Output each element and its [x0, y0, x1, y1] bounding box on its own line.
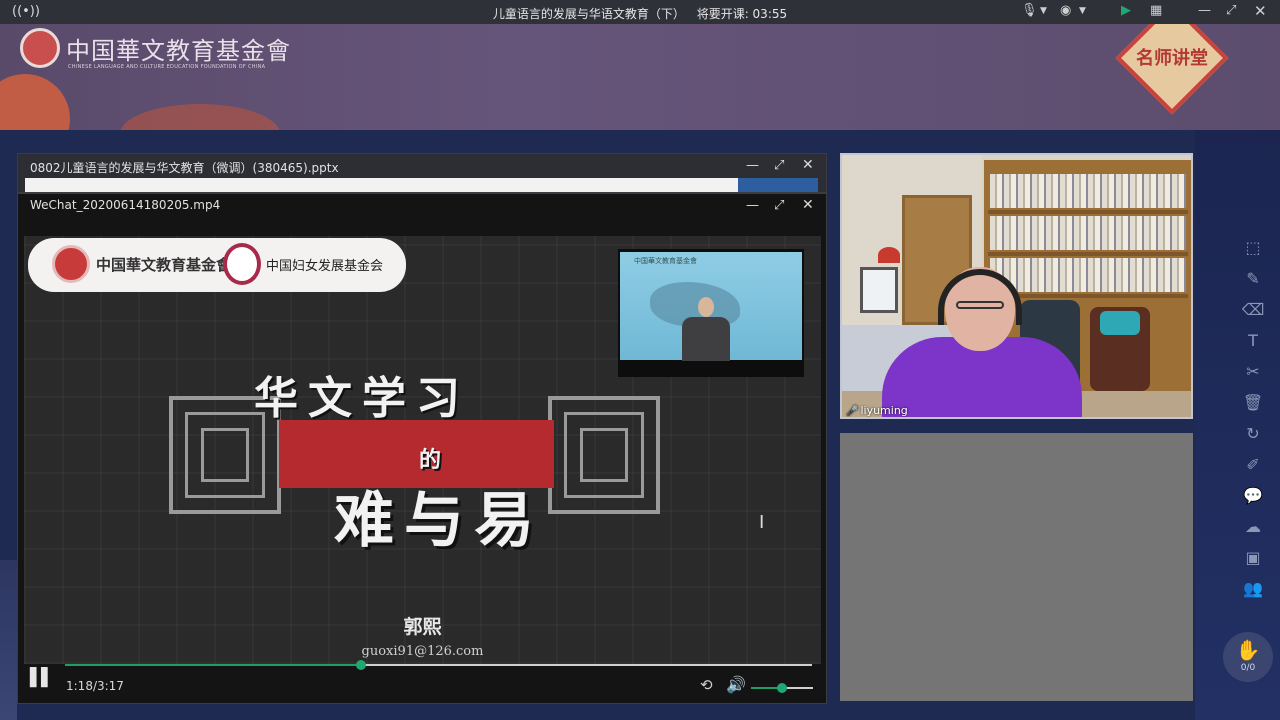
webcam-tile[interactable]: 🎤 liyuming: [840, 153, 1193, 419]
speaker-body: [682, 317, 730, 361]
camera-icon[interactable]: ◉: [1060, 3, 1071, 18]
mic-muted-icon[interactable]: 🎙: [1021, 3, 1038, 18]
playback-time: 1:18/3:17: [66, 679, 124, 693]
seek-fill: [65, 664, 361, 666]
trash-icon[interactable]: 🗑: [1240, 387, 1266, 418]
headphones-icon: [938, 269, 1022, 325]
restore-icon[interactable]: ⤢: [1226, 3, 1236, 18]
decor-circle: [0, 74, 70, 130]
pause-icon[interactable]: ▌▌: [30, 668, 54, 688]
speaker-head: [698, 297, 714, 317]
text-cursor-icon: I: [759, 512, 765, 533]
participant-glasses: [956, 301, 1004, 309]
mic-icon: 🎤: [846, 406, 859, 417]
foundation-seal-icon: [52, 245, 90, 283]
participant-name-label: 🎤 liyuming: [846, 404, 908, 417]
cam-participant: [882, 267, 1092, 417]
countdown-label: 将要开课: 03:55: [696, 7, 788, 21]
pptx-preview: [25, 178, 818, 192]
sponsor-2: 中国妇女发展基金会: [266, 259, 384, 274]
camera-dropdown-icon[interactable]: ▼: [1079, 6, 1086, 16]
banner: 中国華文教育基金會 CHINESE LANGUAGE AND CULTURE E…: [0, 24, 1280, 130]
lecture-badge: 名师讲堂: [1107, 24, 1237, 115]
speaker-inset: 中国華文教育基金會: [618, 249, 804, 377]
minimize-icon[interactable]: —: [746, 198, 759, 213]
foundation-name-en: CHINESE LANGUAGE AND CULTURE EDUCATION F…: [68, 64, 266, 70]
empty-video-tile[interactable]: [840, 433, 1193, 701]
foundation-seal-icon: [20, 28, 60, 68]
cloud-icon[interactable]: ☁: [1240, 511, 1266, 542]
video-frame[interactable]: 中国華文教育基金會 中国妇女发展基金会 中国華文教育基金會 华文学习 的 难与易…: [24, 236, 821, 664]
slide-main-title: 难与易: [334, 486, 544, 556]
course-title: 儿童语言的发展与华语文教育（下）: [492, 7, 685, 21]
maximize-icon[interactable]: ⤢: [774, 198, 784, 213]
cam-lamp: [878, 247, 900, 263]
cam-books: [990, 174, 1186, 208]
slide-title: 华文学习: [254, 373, 470, 424]
right-panel-decor: [1195, 130, 1280, 720]
slide-email: guoxi91@126.com: [361, 644, 484, 659]
cam-armchair: [1090, 307, 1150, 391]
pen-icon[interactable]: ✎: [1240, 263, 1266, 294]
foundation-name: 中国華文教育基金會: [66, 36, 291, 65]
sponsor-logos: 中国華文教育基金會 中国妇女发展基金会: [28, 238, 406, 292]
scissors-icon[interactable]: ✂: [1240, 356, 1266, 387]
window-title: 儿童语言的发展与华语文教育（下） 将要开课: 03:55: [0, 5, 1280, 22]
edit-icon[interactable]: ✐: [1240, 449, 1266, 480]
close-icon[interactable]: ✕: [1254, 2, 1267, 20]
close-icon[interactable]: ✕: [802, 157, 814, 173]
volume-handle[interactable]: [777, 683, 787, 693]
volume-icon[interactable]: 🔊: [726, 675, 746, 694]
whiteboard-toolbar: ⬚ ✎ ⌫ T ✂ 🗑 ↻ ✐ 💬 ☁ ▣ 👥: [1240, 232, 1266, 604]
seek-bar[interactable]: [65, 660, 812, 670]
rotate-icon[interactable]: ↻: [1240, 418, 1266, 449]
text-icon[interactable]: T: [1240, 325, 1266, 356]
minimize-icon[interactable]: —: [746, 158, 759, 173]
close-icon[interactable]: ✕: [802, 197, 814, 213]
video-window-title: WeChat_20200614180205.mp4: [30, 198, 221, 212]
meander-ornament: [548, 396, 660, 514]
loop-off-icon[interactable]: ⟲: [700, 676, 713, 694]
women-foundation-seal-icon: [223, 243, 261, 285]
title-bar: ((•)) 儿童语言的发展与华语文教育（下） 将要开课: 03:55 🎙 ▼ ◉…: [0, 0, 1280, 24]
hand-icon: ✋: [1235, 638, 1261, 662]
eraser-icon[interactable]: ⌫: [1240, 294, 1266, 325]
chat-icon[interactable]: 💬: [1240, 480, 1266, 511]
participant-name: liyuming: [860, 404, 908, 417]
inset-label: 中国華文教育基金會: [634, 257, 697, 265]
screen-share-icon[interactable]: ▶: [1121, 3, 1131, 18]
left-decor: [0, 560, 17, 720]
users-icon[interactable]: 👥: [1240, 573, 1266, 604]
mic-dropdown-icon[interactable]: ▼: [1040, 6, 1047, 16]
sponsor-1: 中国華文教育基金會: [96, 256, 232, 274]
pptx-preview-accent: [738, 178, 818, 192]
video-window[interactable]: WeChat_20200614180205.mp4 — ⤢ ✕ 中国華文教育基金…: [17, 193, 827, 704]
cam-books: [990, 216, 1186, 250]
foundation-logo: 中国華文教育基金會 CHINESE LANGUAGE AND CULTURE E…: [20, 28, 291, 70]
speaker-figure: [676, 297, 736, 361]
hand-count: 0/0: [1240, 663, 1256, 673]
select-icon[interactable]: ⬚: [1240, 232, 1266, 263]
decor-circle: [120, 104, 280, 130]
cam-shelf-row: [988, 252, 1188, 256]
volume-slider[interactable]: [751, 683, 813, 693]
badge-text: 名师讲堂: [1136, 48, 1208, 69]
minimize-icon[interactable]: —: [1198, 3, 1211, 18]
cam-cushion: [1100, 311, 1140, 335]
pptx-window-title: 0802儿童语言的发展与华文教育（微调）(380465).pptx: [30, 161, 339, 175]
raise-hand-button[interactable]: ✋ 0/0: [1223, 632, 1273, 682]
seek-handle[interactable]: [355, 660, 366, 670]
toolbox-icon[interactable]: ▣: [1240, 542, 1266, 573]
maximize-icon[interactable]: ⤢: [774, 158, 784, 173]
slide-author: 郭熙: [403, 616, 442, 638]
cam-shelf-row: [988, 210, 1188, 214]
slide-title-connector: 的: [419, 447, 442, 473]
pptx-window[interactable]: 0802儿童语言的发展与华文教育（微调）(380465).pptx — ⤢ ✕: [17, 153, 827, 193]
grid-icon[interactable]: ▦: [1150, 3, 1162, 18]
